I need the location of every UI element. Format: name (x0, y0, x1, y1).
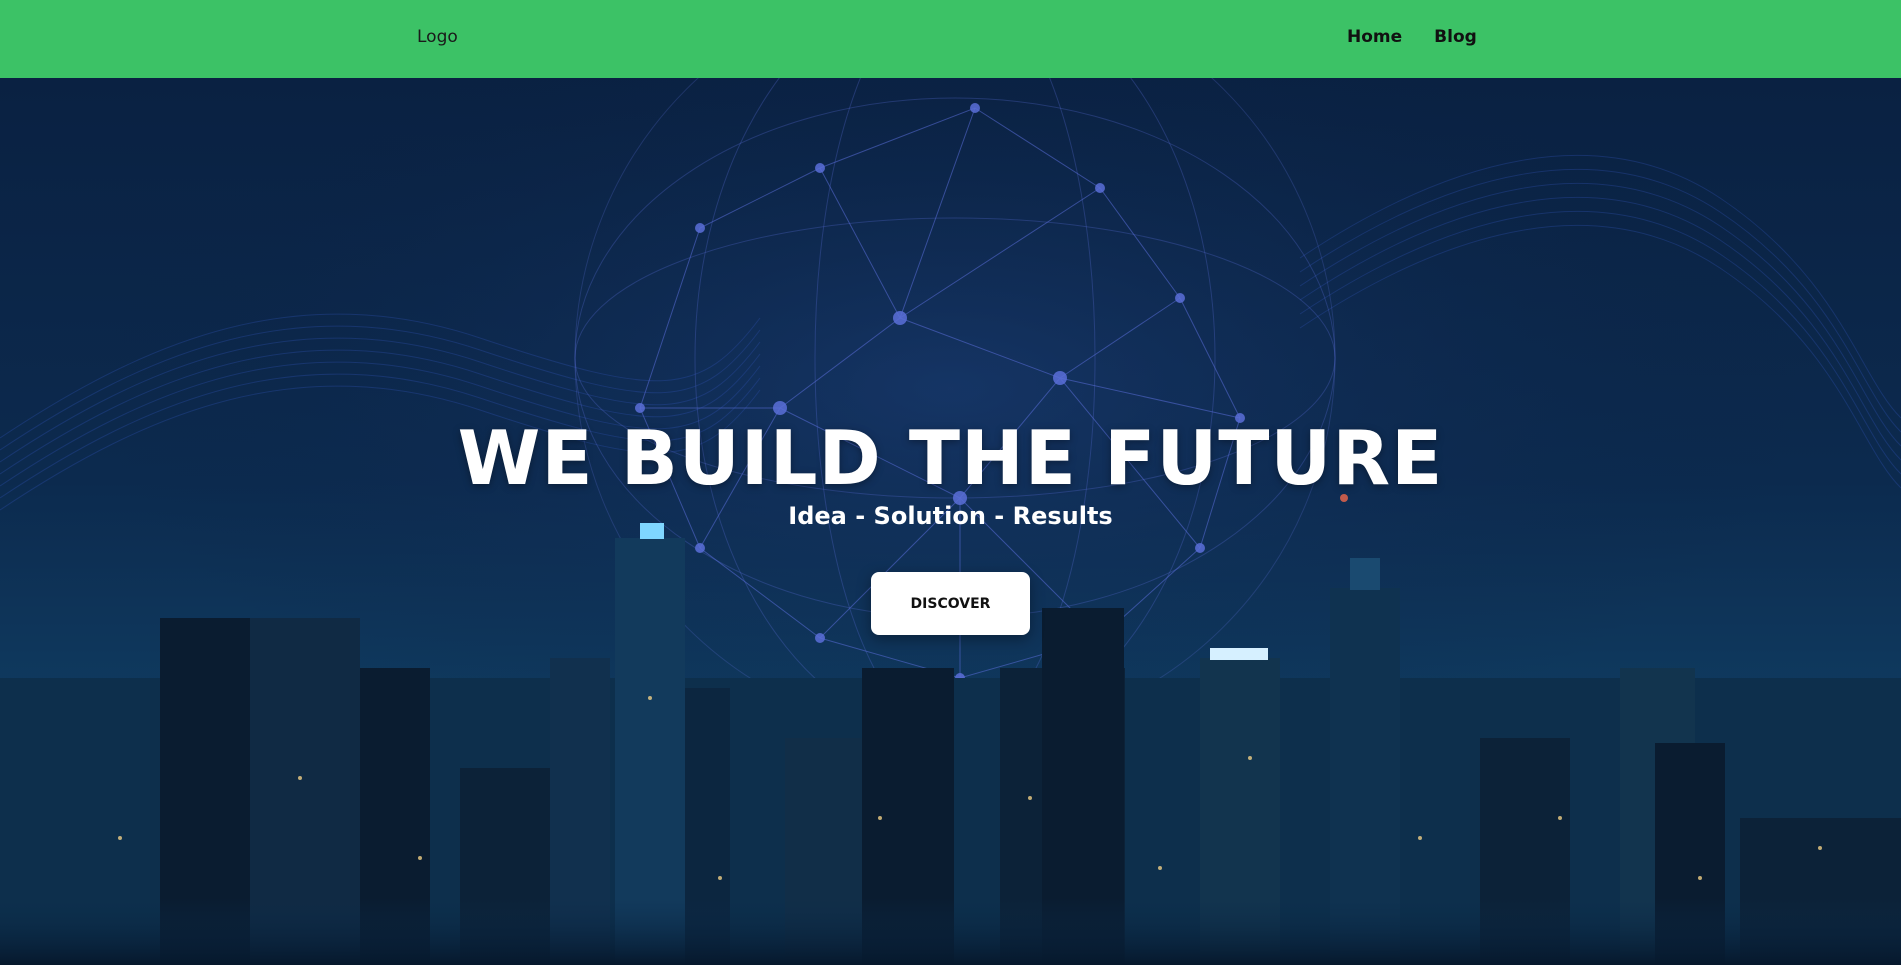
hero-subtitle: Idea - Solution - Results (788, 502, 1113, 530)
nav-link-blog[interactable]: Blog (1434, 27, 1477, 47)
hero-section: WE BUILD THE FUTURE Idea - Solution - Re… (0, 78, 1901, 965)
top-navbar: Logo Home Blog (0, 0, 1901, 78)
hero-title: WE BUILD THE FUTURE (457, 414, 1444, 502)
discover-button[interactable]: DISCOVER (871, 572, 1030, 635)
nav-link-home[interactable]: Home (1347, 27, 1402, 47)
logo[interactable]: Logo (417, 27, 458, 47)
main-nav: Home Blog (1347, 27, 1477, 47)
